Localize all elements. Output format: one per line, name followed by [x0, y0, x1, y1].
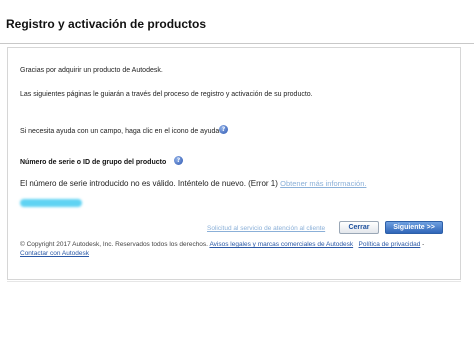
title-bar: Registro y activación de productos	[0, 0, 474, 46]
panel-bottom-line	[7, 281, 461, 282]
intro-thanks-text: Gracias por adquirir un producto de Auto…	[20, 67, 163, 74]
serial-help-icon[interactable]: ?	[174, 156, 183, 165]
footer-separator-2: -	[422, 241, 425, 248]
copyright-text: © Copyright 2017 Autodesk, Inc. Reservad…	[20, 241, 208, 248]
redacted-serial-value	[20, 199, 82, 207]
footer-separator-1	[355, 241, 357, 248]
customer-service-link[interactable]: Solicitud al servicio de atención al cli…	[207, 225, 325, 232]
error-text: El número de serie introducido no es vál…	[20, 179, 278, 188]
serial-error-message: El número de serie introducido no es vál…	[20, 179, 366, 188]
help-icon[interactable]: ?	[219, 125, 228, 134]
serial-number-label: Número de serie o ID de grupo del produc…	[20, 159, 167, 166]
title-divider	[0, 43, 474, 44]
page-title: Registro y activación de productos	[6, 17, 207, 31]
registration-panel: Gracias por adquirir un producto de Auto…	[7, 47, 461, 280]
contact-autodesk-link[interactable]: Contactar con Autodesk	[20, 250, 89, 257]
footer: © Copyright 2017 Autodesk, Inc. Reservad…	[20, 240, 452, 258]
more-info-link[interactable]: Obtener más información.	[280, 179, 366, 188]
close-button[interactable]: Cerrar	[339, 221, 379, 234]
privacy-policy-link[interactable]: Política de privacidad	[359, 241, 421, 248]
help-instructions-text: Si necesita ayuda con un campo, haga cli…	[20, 128, 220, 135]
legal-notices-link[interactable]: Avisos legales y marcas comerciales de A…	[209, 241, 353, 248]
intro-steps-text: Las siguientes páginas le guiarán a trav…	[20, 91, 313, 98]
next-button[interactable]: Siguiente >>	[385, 221, 443, 234]
